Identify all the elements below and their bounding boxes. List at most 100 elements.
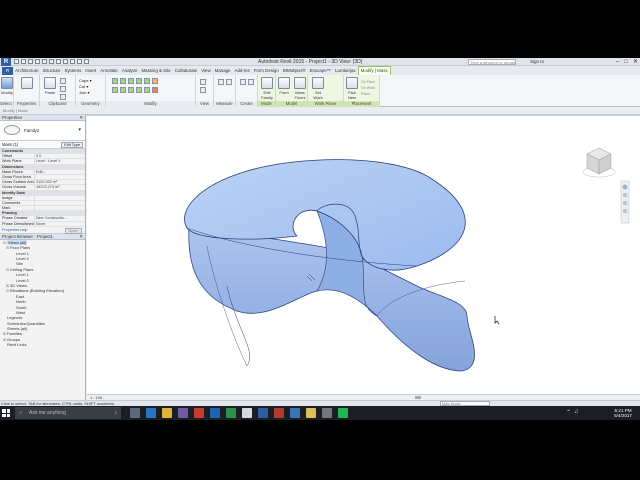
property-value[interactable]	[35, 201, 85, 205]
3d-viewport[interactable]	[87, 115, 640, 394]
copy-element-icon[interactable]	[120, 87, 126, 93]
form-button[interactable]: Form	[276, 77, 292, 95]
tab-structure[interactable]: Structure	[41, 67, 63, 75]
create-group-icon[interactable]	[248, 79, 254, 85]
text-icon[interactable]	[56, 59, 61, 64]
dimension-icon[interactable]	[226, 79, 232, 85]
property-value[interactable]	[35, 175, 85, 179]
chrome-icon[interactable]	[242, 408, 252, 418]
rotate-icon[interactable]	[128, 87, 134, 93]
tab-enscape[interactable]: Enscape™	[308, 67, 333, 75]
mass-model-canvas[interactable]	[87, 116, 640, 395]
volume-icon[interactable]: ♫	[574, 409, 579, 416]
tab-view[interactable]: View	[199, 67, 212, 75]
mass-body[interactable]	[184, 159, 475, 372]
horizontal-scrollbar[interactable]	[415, 396, 421, 399]
redo-icon[interactable]	[35, 59, 40, 64]
app-menu-button[interactable]: R	[1, 58, 11, 66]
settings-icon[interactable]	[322, 408, 332, 418]
open-icon[interactable]	[14, 59, 19, 64]
align-icon[interactable]	[112, 78, 118, 84]
excel-icon[interactable]	[226, 408, 236, 418]
tab-annotate[interactable]: Annotate	[98, 67, 120, 75]
sign-in-link[interactable]: Sign In	[530, 59, 544, 64]
maximize-button[interactable]: □	[624, 58, 628, 66]
tab-collaborate[interactable]: Collaborate	[173, 67, 199, 75]
property-value[interactable]	[35, 206, 85, 210]
tab-lumberjax[interactable]: Lumberjax	[333, 67, 358, 75]
hide-icon[interactable]	[200, 79, 206, 85]
thin-lines-icon[interactable]	[77, 59, 82, 64]
cortana-search-input[interactable]: ○ Ask me anything ♪	[15, 407, 121, 419]
file-explorer-icon[interactable]	[162, 408, 172, 418]
override-icon[interactable]	[200, 87, 206, 93]
acrobat-icon[interactable]	[274, 408, 284, 418]
mirror-axis-icon[interactable]	[128, 78, 134, 84]
start-button[interactable]	[2, 409, 10, 417]
copy-icon[interactable]	[60, 86, 66, 92]
property-value[interactable]: Level : Level 1	[35, 159, 85, 163]
tab-form-design[interactable]: Form Design	[252, 67, 281, 75]
properties-button[interactable]	[19, 77, 35, 90]
undo-icon[interactable]	[28, 59, 33, 64]
revit-icon[interactable]	[258, 408, 268, 418]
store-icon[interactable]	[178, 408, 188, 418]
measure-icon[interactable]	[49, 59, 54, 64]
close-button[interactable]: ✕	[633, 58, 638, 66]
tab-manage[interactable]: Manage	[213, 67, 233, 75]
help-search-input[interactable]: Type a keyword or phrase	[468, 59, 516, 65]
print-icon[interactable]	[42, 59, 47, 64]
powerpoint-icon[interactable]	[194, 408, 204, 418]
move-icon[interactable]	[112, 87, 118, 93]
pin-icon[interactable]	[152, 78, 158, 84]
modify-button[interactable]: Modify	[0, 77, 14, 95]
instance-filter[interactable]: Mass (1) Edit Type	[0, 141, 85, 149]
property-value[interactable]: None	[35, 222, 85, 226]
task-view-icon[interactable]	[130, 408, 140, 418]
measure-tool-icon[interactable]	[218, 79, 224, 85]
close-hidden-icon[interactable]	[84, 59, 89, 64]
trim-icon[interactable]	[136, 87, 142, 93]
tab-analyze[interactable]: Analyze	[120, 67, 140, 75]
mirror-draw-icon[interactable]	[136, 78, 142, 84]
tab-systems[interactable]: Systems	[62, 67, 83, 75]
array-icon[interactable]	[144, 87, 150, 93]
tab-insert[interactable]: Insert	[83, 67, 98, 75]
spotify-icon[interactable]	[338, 408, 348, 418]
word-icon[interactable]	[210, 408, 220, 418]
tab-bimobject[interactable]: BIMobject®	[281, 67, 308, 75]
pick-new-button[interactable]: Pick New	[344, 77, 360, 100]
property-value[interactable]: Edit...	[35, 170, 85, 174]
save-icon[interactable]	[21, 59, 26, 64]
create-parts-icon[interactable]	[240, 79, 246, 85]
navigation-bar[interactable]	[620, 180, 630, 224]
paste-button[interactable]: Paste	[42, 77, 58, 95]
clock[interactable]: 5:21 PM 5/4/2017	[614, 408, 632, 418]
edit-family-button[interactable]: Edit Family	[259, 77, 275, 100]
tab-file[interactable]: R	[2, 66, 14, 75]
mass-floors-button[interactable]: Mass Floors	[292, 77, 308, 100]
minimize-button[interactable]: –	[616, 58, 619, 66]
microphone-icon[interactable]: ♪	[115, 407, 118, 419]
split-icon[interactable]	[144, 78, 150, 84]
tab-add-ins[interactable]: Add-Ins	[233, 67, 252, 75]
3d-view-icon[interactable]	[63, 59, 68, 64]
type-selector[interactable]: Family2 ▾	[0, 121, 85, 141]
edit-type-button[interactable]: Edit Type	[61, 142, 83, 148]
property-value[interactable]	[35, 196, 85, 200]
delete-icon[interactable]	[152, 87, 158, 93]
property-value[interactable]: New Constructio...	[35, 216, 85, 220]
tab-architecture[interactable]: Architecture	[13, 67, 40, 75]
property-value[interactable]: 16223.273 m³	[35, 185, 85, 189]
section-icon[interactable]	[70, 59, 75, 64]
properties-help-link[interactable]: Properties help	[2, 228, 28, 232]
tab-massing-site[interactable]: Massing & Site	[139, 67, 172, 75]
property-value[interactable]: 3102.320 m²	[35, 180, 85, 184]
viewcube[interactable]	[582, 147, 616, 178]
join-button[interactable]: Join ▾	[79, 90, 92, 96]
tab-modify-mass[interactable]: Modify | Mass	[357, 66, 391, 75]
property-value[interactable]: 0.0	[35, 154, 85, 158]
edge-icon[interactable]	[146, 408, 156, 418]
offset-icon[interactable]	[120, 78, 126, 84]
match-icon[interactable]	[60, 94, 66, 100]
